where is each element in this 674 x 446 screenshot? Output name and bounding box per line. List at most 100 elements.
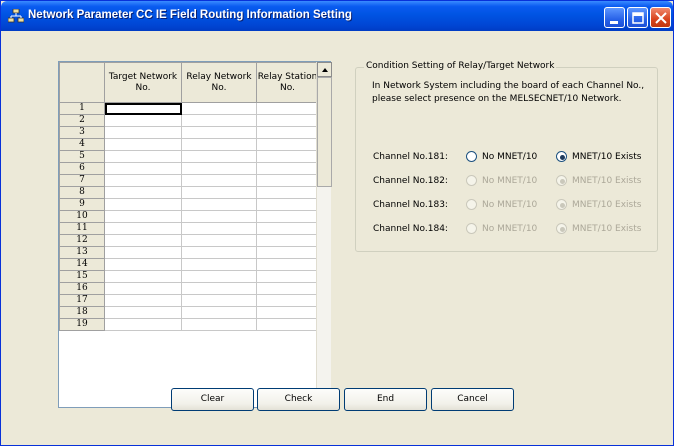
row-number: 15 bbox=[59, 270, 105, 283]
relay-station-cell[interactable] bbox=[256, 198, 319, 211]
target-network-cell[interactable] bbox=[104, 222, 182, 235]
close-button[interactable] bbox=[650, 7, 671, 28]
relay-network-cell[interactable] bbox=[181, 234, 257, 247]
cancel-button[interactable]: Cancel bbox=[431, 388, 514, 411]
relay-station-cell[interactable] bbox=[256, 222, 319, 235]
mnet-exists-radio[interactable]: MNET/10 Exists bbox=[556, 151, 641, 162]
channel-label: Channel No.184: bbox=[373, 224, 448, 234]
window-title: Network Parameter CC IE Field Routing In… bbox=[28, 9, 352, 21]
relay-network-cell[interactable] bbox=[181, 126, 257, 139]
end-button[interactable]: End bbox=[344, 388, 427, 411]
row-number: 16 bbox=[59, 282, 105, 295]
target-network-cell[interactable] bbox=[104, 258, 182, 271]
relay-station-cell[interactable] bbox=[256, 258, 319, 271]
relay-station-cell[interactable] bbox=[256, 210, 319, 223]
target-network-cell[interactable] bbox=[104, 270, 182, 283]
relay-network-cell[interactable] bbox=[181, 162, 257, 175]
target-network-cell[interactable] bbox=[104, 174, 182, 187]
relay-station-cell[interactable] bbox=[256, 102, 319, 115]
row-number: 5 bbox=[59, 150, 105, 163]
header-corner bbox=[59, 62, 105, 103]
radio-dot-icon bbox=[560, 203, 565, 208]
relay-station-cell[interactable] bbox=[256, 294, 319, 307]
relay-station-cell[interactable] bbox=[256, 138, 319, 151]
row-number: 2 bbox=[59, 114, 105, 127]
scroll-up-button[interactable] bbox=[317, 62, 332, 77]
relay-network-cell[interactable] bbox=[181, 306, 257, 319]
target-network-cell[interactable] bbox=[104, 234, 182, 247]
radio-circle-icon bbox=[556, 199, 567, 210]
table-row: 9 bbox=[59, 198, 319, 211]
relay-network-cell[interactable] bbox=[181, 246, 257, 259]
relay-station-cell[interactable] bbox=[256, 270, 319, 283]
minimize-button[interactable] bbox=[604, 7, 625, 28]
table-row: 15 bbox=[59, 270, 319, 283]
target-network-cell[interactable] bbox=[104, 102, 182, 115]
row-number: 1 bbox=[59, 102, 105, 115]
relay-station-cell[interactable] bbox=[256, 318, 319, 331]
table-row: 13 bbox=[59, 246, 319, 259]
target-network-cell[interactable] bbox=[104, 162, 182, 175]
target-network-cell[interactable] bbox=[104, 294, 182, 307]
title-bar[interactable]: Network Parameter CC IE Field Routing In… bbox=[1, 1, 673, 31]
maximize-button[interactable] bbox=[627, 7, 648, 28]
close-icon bbox=[655, 12, 667, 24]
relay-station-cell[interactable] bbox=[256, 150, 319, 163]
relay-station-cell[interactable] bbox=[256, 282, 319, 295]
target-network-cell[interactable] bbox=[104, 126, 182, 139]
table-row: 18 bbox=[59, 306, 319, 319]
row-number: 17 bbox=[59, 294, 105, 307]
no-mnet-radio: No MNET/10 bbox=[466, 223, 537, 234]
maximize-icon bbox=[632, 12, 644, 24]
target-network-cell[interactable] bbox=[104, 198, 182, 211]
relay-network-cell[interactable] bbox=[181, 318, 257, 331]
dialog-body: Target Network No. Relay Network No. Rel… bbox=[4, 31, 670, 443]
target-network-cell[interactable] bbox=[104, 114, 182, 127]
relay-station-cell[interactable] bbox=[256, 126, 319, 139]
row-number: 7 bbox=[59, 174, 105, 187]
relay-network-cell[interactable] bbox=[181, 138, 257, 151]
header-target-network: Target Network No. bbox=[104, 62, 182, 103]
check-button[interactable]: Check bbox=[257, 388, 340, 411]
relay-station-cell[interactable] bbox=[256, 162, 319, 175]
target-network-cell[interactable] bbox=[104, 186, 182, 199]
radio-label: MNET/10 Exists bbox=[572, 175, 642, 186]
relay-network-cell[interactable] bbox=[181, 114, 257, 127]
target-network-cell[interactable] bbox=[104, 246, 182, 259]
condition-legend: Condition Setting of Relay/Target Networ… bbox=[364, 61, 557, 71]
channel-label: Channel No.183: bbox=[373, 200, 448, 210]
target-network-cell[interactable] bbox=[104, 306, 182, 319]
relay-station-cell[interactable] bbox=[256, 246, 319, 259]
relay-network-cell[interactable] bbox=[181, 198, 257, 211]
relay-network-cell[interactable] bbox=[181, 282, 257, 295]
row-number: 8 bbox=[59, 186, 105, 199]
radio-circle-icon bbox=[466, 151, 477, 162]
target-network-cell[interactable] bbox=[104, 150, 182, 163]
channel-label: Channel No.181: bbox=[373, 152, 448, 162]
target-network-cell[interactable] bbox=[104, 210, 182, 223]
relay-network-cell[interactable] bbox=[181, 186, 257, 199]
routing-table: Target Network No. Relay Network No. Rel… bbox=[58, 61, 332, 408]
relay-network-cell[interactable] bbox=[181, 210, 257, 223]
relay-station-cell[interactable] bbox=[256, 234, 319, 247]
relay-network-cell[interactable] bbox=[181, 222, 257, 235]
condition-description: In Network System including the board of… bbox=[372, 81, 645, 104]
relay-network-cell[interactable] bbox=[181, 102, 257, 115]
relay-station-cell[interactable] bbox=[256, 114, 319, 127]
target-network-cell[interactable] bbox=[104, 318, 182, 331]
relay-network-cell[interactable] bbox=[181, 258, 257, 271]
clear-button[interactable]: Clear bbox=[171, 388, 254, 411]
arrow-up-icon bbox=[322, 68, 328, 72]
relay-station-cell[interactable] bbox=[256, 306, 319, 319]
relay-network-cell[interactable] bbox=[181, 294, 257, 307]
no-mnet-radio[interactable]: No MNET/10 bbox=[466, 151, 537, 162]
relay-station-cell[interactable] bbox=[256, 174, 319, 187]
target-network-cell[interactable] bbox=[104, 138, 182, 151]
vertical-scrollbar[interactable] bbox=[316, 62, 332, 407]
target-network-cell[interactable] bbox=[104, 282, 182, 295]
scroll-thumb[interactable] bbox=[317, 77, 332, 187]
relay-network-cell[interactable] bbox=[181, 150, 257, 163]
relay-network-cell[interactable] bbox=[181, 174, 257, 187]
relay-station-cell[interactable] bbox=[256, 186, 319, 199]
relay-network-cell[interactable] bbox=[181, 270, 257, 283]
